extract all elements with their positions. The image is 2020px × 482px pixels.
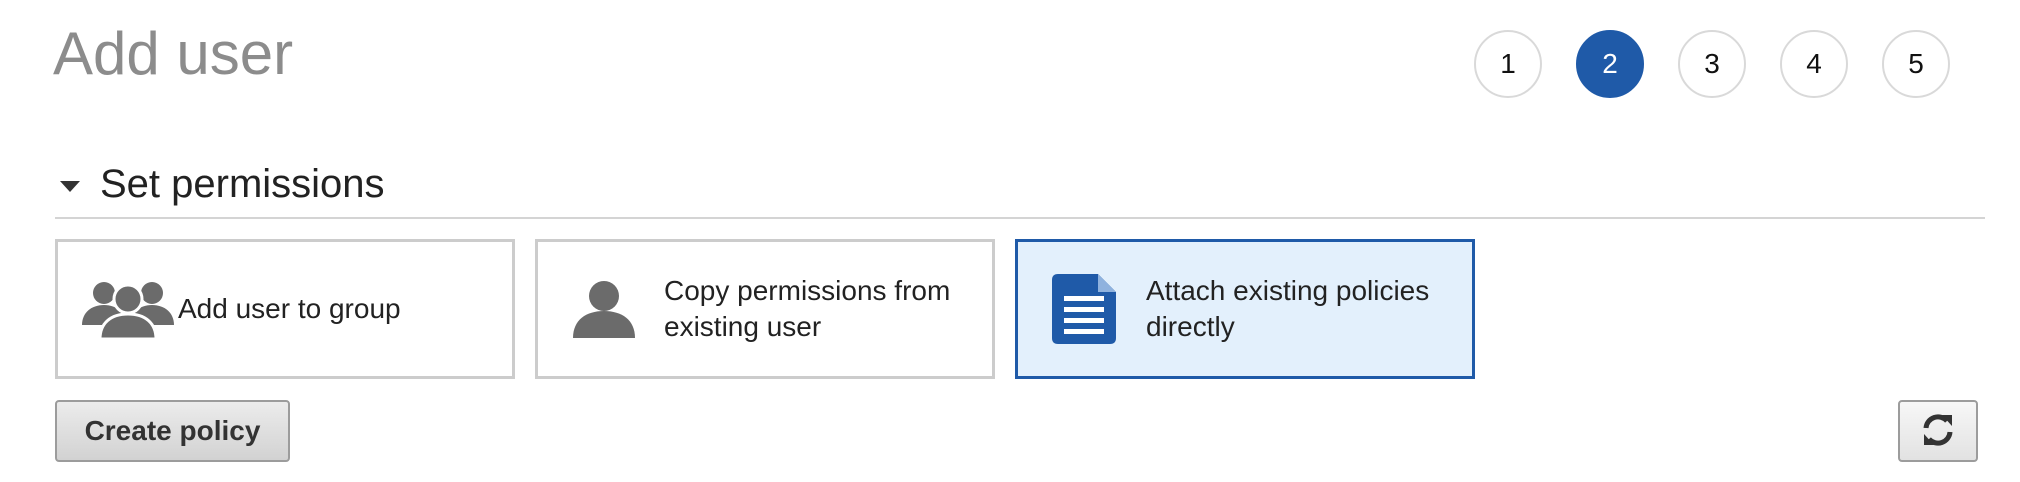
page-title: Add user: [53, 20, 294, 87]
step-2-current[interactable]: 2: [1576, 30, 1644, 98]
option-attach-policies[interactable]: Attach existing policies directly: [1015, 239, 1475, 379]
set-permissions-toggle[interactable]: Set permissions: [60, 160, 385, 208]
users-group-icon: [82, 279, 174, 339]
section-divider: [55, 217, 1985, 219]
option-copy-permissions[interactable]: Copy permissions from existing user: [535, 239, 995, 379]
refresh-button[interactable]: [1898, 400, 1978, 462]
option-label: Attach existing policies directly: [1146, 275, 1430, 342]
step-1[interactable]: 1: [1474, 30, 1542, 98]
section-title: Set permissions: [100, 162, 385, 206]
step-5[interactable]: 5: [1882, 30, 1950, 98]
step-3[interactable]: 3: [1678, 30, 1746, 98]
option-add-user-to-group[interactable]: Add user to group: [55, 239, 515, 379]
document-icon: [1052, 274, 1116, 344]
user-icon: [573, 280, 635, 338]
create-policy-button[interactable]: Create policy: [55, 400, 290, 462]
option-label: Copy permissions from existing user: [664, 275, 951, 342]
refresh-icon: [1921, 413, 1955, 450]
option-label: Add user to group: [178, 293, 401, 324]
wizard-steps: 1 2 3 4 5: [1474, 30, 1950, 98]
permission-options: Add user to group Copy permissions from …: [55, 239, 1475, 379]
add-user-page: Add user 1 2 3 4 5 Set permissions Add u…: [0, 0, 2020, 482]
step-4[interactable]: 4: [1780, 30, 1848, 98]
caret-down-icon: [60, 180, 80, 192]
